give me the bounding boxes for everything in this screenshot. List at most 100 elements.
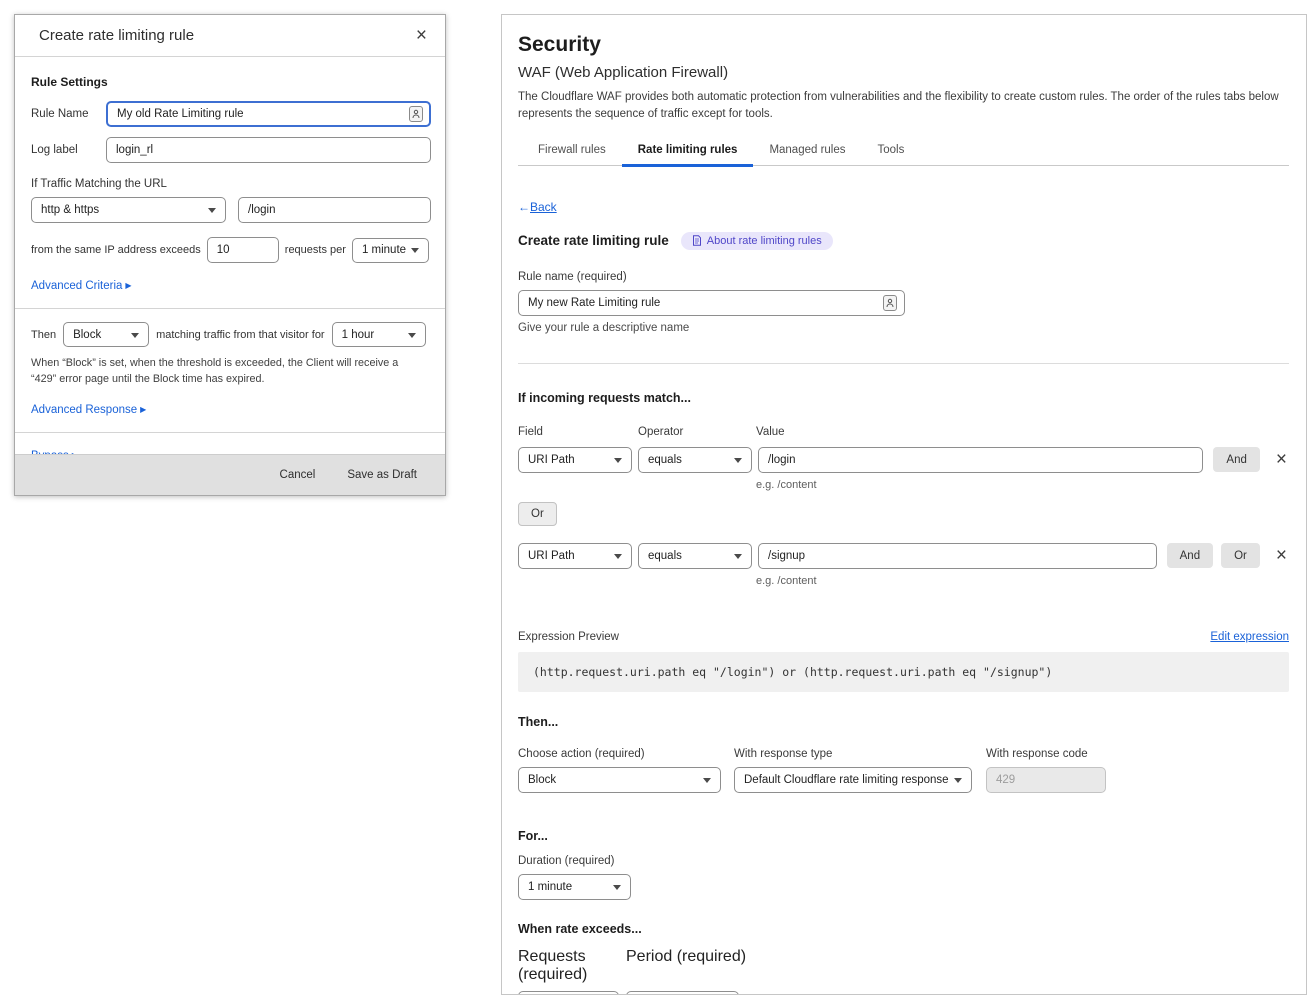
duration-label: Duration (required) bbox=[518, 855, 1289, 867]
field-label: Field bbox=[518, 426, 543, 438]
dialog-footer: Cancel Save as Draft bbox=[15, 454, 445, 495]
threshold-period-select[interactable]: 1 minute bbox=[352, 238, 429, 263]
rate-heading: When rate exceeds... bbox=[518, 922, 1289, 936]
url-input[interactable] bbox=[238, 197, 431, 223]
match-heading: If incoming requests match... bbox=[518, 391, 1289, 405]
chevron-down-icon bbox=[703, 778, 711, 783]
autofill-icon bbox=[883, 295, 897, 311]
chevron-down-icon bbox=[954, 778, 962, 783]
tab-managed-rules[interactable]: Managed rules bbox=[753, 140, 861, 167]
advanced-criteria-link[interactable]: Advanced Criteria▶ bbox=[31, 280, 132, 292]
threshold-middle: requests per bbox=[285, 244, 346, 256]
chevron-down-icon bbox=[613, 885, 621, 890]
value-input[interactable] bbox=[758, 447, 1203, 473]
value-label: Value bbox=[756, 426, 785, 438]
rule-name-label: Rule Name bbox=[31, 108, 106, 120]
expand-right-icon: ▶ bbox=[72, 451, 78, 454]
operator-select[interactable]: equals bbox=[638, 543, 752, 569]
cancel-button[interactable]: Cancel bbox=[280, 469, 316, 481]
about-rate-limiting-badge[interactable]: About rate limiting rules bbox=[681, 232, 833, 250]
page-title: Security bbox=[518, 33, 1289, 57]
condition-column-labels: Field Operator Value bbox=[518, 426, 1289, 441]
duration-select[interactable]: 1 minute bbox=[518, 874, 631, 900]
response-type-label: With response type bbox=[734, 748, 986, 760]
page-description: The Cloudflare WAF provides both automat… bbox=[518, 89, 1289, 124]
expand-right-icon: ▶ bbox=[125, 281, 131, 290]
rule-name-label: Rule name (required) bbox=[518, 271, 1289, 283]
back-arrow-icon: ← bbox=[518, 200, 530, 214]
condition-row: URI Path equals And Or × bbox=[518, 543, 1289, 569]
and-button[interactable]: And bbox=[1167, 543, 1213, 568]
condition-row: URI Path equals And × bbox=[518, 447, 1289, 473]
or-button[interactable]: Or bbox=[1221, 543, 1260, 568]
for-heading: For... bbox=[518, 829, 1289, 843]
expression-preview-label: Expression Preview bbox=[518, 631, 619, 643]
page-subtitle: WAF (Web Application Firewall) bbox=[518, 64, 1289, 81]
expression-preview-code: (http.request.uri.path eq "/login") or (… bbox=[518, 652, 1289, 692]
divider bbox=[15, 308, 445, 309]
tab-firewall-rules[interactable]: Firewall rules bbox=[522, 140, 622, 167]
chevron-down-icon bbox=[614, 458, 622, 463]
choose-action-select[interactable]: Block bbox=[518, 767, 721, 793]
chevron-down-icon bbox=[131, 333, 139, 338]
then-suffix: matching traffic from that visitor for bbox=[156, 329, 325, 341]
rule-name-help: Give your rule a descriptive name bbox=[518, 322, 1289, 334]
then-heading: Then... bbox=[518, 715, 1289, 729]
divider bbox=[518, 363, 1289, 364]
block-duration-select[interactable]: 1 hour bbox=[332, 322, 426, 347]
then-prefix: Then bbox=[31, 329, 56, 341]
tab-rate-limiting-rules[interactable]: Rate limiting rules bbox=[622, 140, 754, 167]
action-select[interactable]: Block bbox=[63, 322, 149, 347]
document-icon bbox=[692, 235, 702, 246]
chevron-down-icon bbox=[411, 248, 419, 253]
response-code-label: With response code bbox=[986, 748, 1088, 760]
log-label-label: Log label bbox=[31, 144, 106, 156]
create-rate-limiting-rule-dialog: Create rate limiting rule × Rule Setting… bbox=[14, 14, 446, 496]
tab-tools[interactable]: Tools bbox=[862, 140, 921, 167]
remove-condition-icon[interactable]: × bbox=[1274, 546, 1289, 565]
requests-input[interactable] bbox=[518, 991, 619, 996]
security-waf-panel: Security WAF (Web Application Firewall) … bbox=[501, 14, 1307, 995]
remove-condition-icon[interactable]: × bbox=[1274, 450, 1289, 469]
form-title: Create rate limiting rule bbox=[518, 233, 669, 248]
dialog-header: Create rate limiting rule × bbox=[15, 15, 445, 57]
autofill-icon bbox=[409, 106, 423, 122]
chevron-down-icon bbox=[408, 333, 416, 338]
waf-tabs: Firewall rules Rate limiting rules Manag… bbox=[518, 140, 1289, 166]
chevron-down-icon bbox=[734, 554, 742, 559]
scheme-select[interactable]: http & https bbox=[31, 197, 226, 223]
advanced-response-link[interactable]: Advanced Response▶ bbox=[31, 404, 146, 416]
close-icon[interactable]: × bbox=[414, 26, 429, 45]
rule-name-input[interactable] bbox=[106, 101, 431, 127]
response-code-input bbox=[986, 767, 1106, 793]
chevron-down-icon bbox=[208, 208, 216, 213]
save-as-draft-button[interactable]: Save as Draft bbox=[347, 469, 417, 481]
chevron-down-icon bbox=[614, 554, 622, 559]
block-note: When “Block” is set, when the threshold … bbox=[31, 356, 403, 387]
operator-label: Operator bbox=[638, 426, 683, 438]
choose-action-label: Choose action (required) bbox=[518, 748, 734, 760]
dialog-title: Create rate limiting rule bbox=[39, 27, 194, 44]
log-label-input[interactable] bbox=[106, 137, 431, 163]
threshold-prefix: from the same IP address exceeds bbox=[31, 244, 201, 256]
and-button[interactable]: And bbox=[1213, 447, 1259, 472]
back-link[interactable]: ←Back bbox=[518, 200, 557, 214]
field-select[interactable]: URI Path bbox=[518, 543, 632, 569]
field-select[interactable]: URI Path bbox=[518, 447, 632, 473]
edit-expression-link[interactable]: Edit expression bbox=[1210, 631, 1289, 643]
threshold-requests-input[interactable] bbox=[207, 237, 279, 263]
expand-right-icon: ▶ bbox=[140, 405, 146, 414]
value-hint: e.g. /content bbox=[756, 479, 1289, 491]
value-hint: e.g. /content bbox=[756, 575, 1289, 587]
chevron-down-icon bbox=[734, 458, 742, 463]
traffic-match-heading: If Traffic Matching the URL bbox=[31, 178, 431, 190]
requests-label: Requests (required) bbox=[518, 948, 626, 984]
dialog-body: Rule Settings Rule Name Log label If Tra… bbox=[15, 57, 445, 454]
rule-name-input[interactable] bbox=[518, 290, 905, 316]
value-input[interactable] bbox=[758, 543, 1157, 569]
period-select[interactable]: 1 minute bbox=[626, 991, 739, 996]
or-connector-button[interactable]: Or bbox=[518, 502, 557, 526]
operator-select[interactable]: equals bbox=[638, 447, 752, 473]
divider bbox=[15, 432, 445, 433]
response-type-select[interactable]: Default Cloudflare rate limiting respons… bbox=[734, 767, 972, 793]
